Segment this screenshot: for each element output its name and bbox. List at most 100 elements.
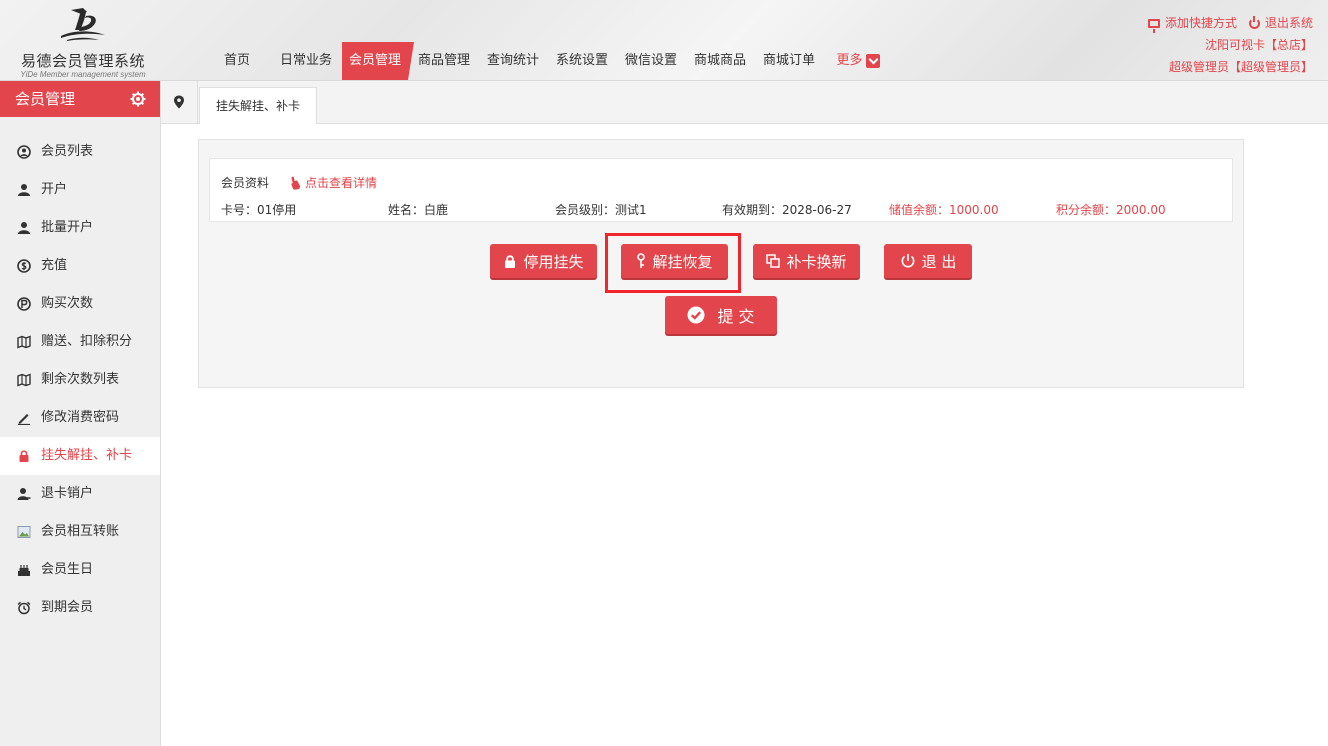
sidebar-item-label: 赠送、扣除积分 xyxy=(41,334,133,349)
pencil-icon xyxy=(16,411,31,426)
nav-member-management[interactable]: 会员管理 xyxy=(342,42,414,80)
sidebar-item-expiring[interactable]: 到期会员 xyxy=(0,589,160,627)
user-circle-icon xyxy=(16,145,31,160)
sidebar-item-loss-report[interactable]: 挂失解挂、补卡 xyxy=(0,437,160,475)
nav-more[interactable]: 更多 xyxy=(825,42,891,80)
sidebar-item-label: 退卡销户 xyxy=(41,486,94,501)
sidebar-item-label: 开户 xyxy=(41,182,68,197)
user-remove-icon xyxy=(16,487,31,502)
submit-button[interactable]: 提 交 xyxy=(665,296,777,334)
exit-label: 退 出 xyxy=(921,252,957,271)
user-icon xyxy=(16,183,31,198)
exit-button[interactable]: 退 出 xyxy=(884,244,972,278)
view-detail-link[interactable]: 点击查看详情 xyxy=(289,174,377,191)
add-shortcut-link[interactable]: 添加快捷方式 xyxy=(1147,12,1237,34)
map-icon xyxy=(16,373,31,388)
logo[interactable]: 易德会员管理系统 YiDe Member management system xyxy=(8,4,158,79)
nav-mall-orders[interactable]: 商城订单 xyxy=(756,42,822,80)
member-name: 姓名：白鹿 xyxy=(388,203,449,217)
sidebar-item-remaining-times[interactable]: 剩余次数列表 xyxy=(0,361,160,399)
coin-icon xyxy=(16,259,31,274)
submit-label: 提 交 xyxy=(717,307,755,326)
hand-pointer-icon xyxy=(291,176,301,190)
key-icon xyxy=(637,253,646,268)
power-icon xyxy=(901,254,915,268)
sidebar-item-transfer[interactable]: 会员相互转账 xyxy=(0,513,160,551)
sidebar-item-label: 会员列表 xyxy=(41,144,94,159)
sidebar: 会员管理 会员列表 开户 批量开户 充值 购买次数 赠送、扣除积分 剩余次数列表… xyxy=(0,81,161,746)
alarm-icon xyxy=(16,601,31,616)
sidebar-item-points[interactable]: 赠送、扣除积分 xyxy=(0,323,160,361)
restore-label: 解挂恢复 xyxy=(652,252,713,271)
sidebar-item-change-password[interactable]: 修改消费密码 xyxy=(0,399,160,437)
expiry-date: 有效期到：2028-06-27 xyxy=(722,203,852,217)
sidebar-item-batch-open[interactable]: 批量开户 xyxy=(0,209,160,247)
monitor-icon xyxy=(1147,18,1160,33)
check-circle-icon xyxy=(687,306,705,324)
tab-bar: 挂失解挂、补卡 xyxy=(161,81,1328,124)
member-level: 会员级别：测试1 xyxy=(555,203,647,217)
sidebar-item-label: 充值 xyxy=(41,258,68,273)
sidebar-item-label: 会员相互转账 xyxy=(41,524,120,539)
copy-icon xyxy=(766,254,781,268)
sidebar-item-label: 修改消费密码 xyxy=(41,410,120,425)
nav-home[interactable]: 首页 xyxy=(204,42,270,80)
view-detail-label: 点击查看详情 xyxy=(305,176,378,190)
sidebar-item-open-account[interactable]: 开户 xyxy=(0,171,160,209)
member-info-box: 会员资料 点击查看详情 卡号：01停用 姓名：白鹿 会员级别：测试1 有效期到：… xyxy=(209,158,1233,222)
logo-subtitle: YiDe Member management system xyxy=(20,70,146,79)
user-icon xyxy=(16,221,31,236)
sidebar-item-buy-times[interactable]: 购买次数 xyxy=(0,285,160,323)
sidebar-item-label: 批量开户 xyxy=(41,220,94,235)
location-pin-icon xyxy=(174,95,184,109)
sidebar-header: 会员管理 xyxy=(0,81,160,117)
sidebar-item-label: 剩余次数列表 xyxy=(41,372,120,387)
nav-query-statistics[interactable]: 查询统计 xyxy=(480,42,546,80)
gear-icon[interactable] xyxy=(130,91,146,107)
logo-title: 易德会员管理系统 xyxy=(20,52,145,70)
sidebar-item-label: 会员生日 xyxy=(41,562,94,577)
nav-more-label: 更多 xyxy=(836,53,863,68)
nav-wechat-settings[interactable]: 微信设置 xyxy=(618,42,684,80)
reissue-button[interactable]: 补卡换新 xyxy=(753,244,860,278)
logo-icon xyxy=(61,8,105,41)
tab-loss-report[interactable]: 挂失解挂、补卡 xyxy=(199,87,318,124)
p-coin-icon xyxy=(16,297,31,312)
sidebar-item-birthday[interactable]: 会员生日 xyxy=(0,551,160,589)
tab-separator xyxy=(197,81,198,123)
suspend-button[interactable]: 停用挂失 xyxy=(490,244,597,278)
store-name[interactable]: 沈阳可视卡【总店】 xyxy=(1148,34,1313,56)
sidebar-item-recharge[interactable]: 充值 xyxy=(0,247,160,285)
sidebar-item-cancel-card[interactable]: 退卡销户 xyxy=(0,475,160,513)
nav-daily-business[interactable]: 日常业务 xyxy=(273,42,339,80)
map-icon xyxy=(16,335,31,350)
sidebar-menu: 会员列表 开户 批量开户 充值 购买次数 赠送、扣除积分 剩余次数列表 修改消费… xyxy=(0,133,160,627)
sidebar-item-label: 挂失解挂、补卡 xyxy=(41,448,133,463)
lock-icon xyxy=(16,449,31,464)
header: 易德会员管理系统 YiDe Member management system 首… xyxy=(0,0,1328,81)
logout-link[interactable]: 退出系统 xyxy=(1248,12,1313,34)
suspend-label: 停用挂失 xyxy=(523,252,584,271)
user-name[interactable]: 超级管理员【超级管理员】 xyxy=(1148,56,1313,78)
stored-balance: 储值余额：1000.00 xyxy=(889,203,999,217)
restore-button[interactable]: 解挂恢复 xyxy=(621,244,728,278)
add-shortcut-label: 添加快捷方式 xyxy=(1164,16,1237,30)
lock-icon xyxy=(505,254,516,268)
member-info-row: 卡号：01停用 姓名：白鹿 会员级别：测试1 有效期到：2028-06-27 储… xyxy=(221,201,1223,218)
power-icon xyxy=(1248,15,1260,29)
sidebar-item-label: 到期会员 xyxy=(41,600,94,615)
member-section-title: 会员资料 xyxy=(221,176,270,190)
nav-system-settings[interactable]: 系统设置 xyxy=(549,42,615,80)
nav-product-management[interactable]: 商品管理 xyxy=(411,42,477,80)
chevron-down-icon xyxy=(865,54,880,68)
sidebar-item-member-list[interactable]: 会员列表 xyxy=(0,133,160,171)
cake-icon xyxy=(16,563,31,578)
main-nav: 首页 日常业务 会员管理 商品管理 查询统计 系统设置 微信设置 商城商品 商城… xyxy=(204,42,894,80)
user-panel: 添加快捷方式 退出系统 沈阳可视卡【总店】 超级管理员【超级管理员】 xyxy=(1147,12,1313,78)
reissue-label: 补卡换新 xyxy=(786,252,847,271)
nav-mall-products[interactable]: 商城商品 xyxy=(687,42,753,80)
member-info-header: 会员资料 点击查看详情 xyxy=(221,174,377,191)
sidebar-title: 会员管理 xyxy=(15,90,76,108)
points-balance: 积分余额：2000.00 xyxy=(1056,203,1166,217)
logout-label: 退出系统 xyxy=(1264,16,1313,30)
